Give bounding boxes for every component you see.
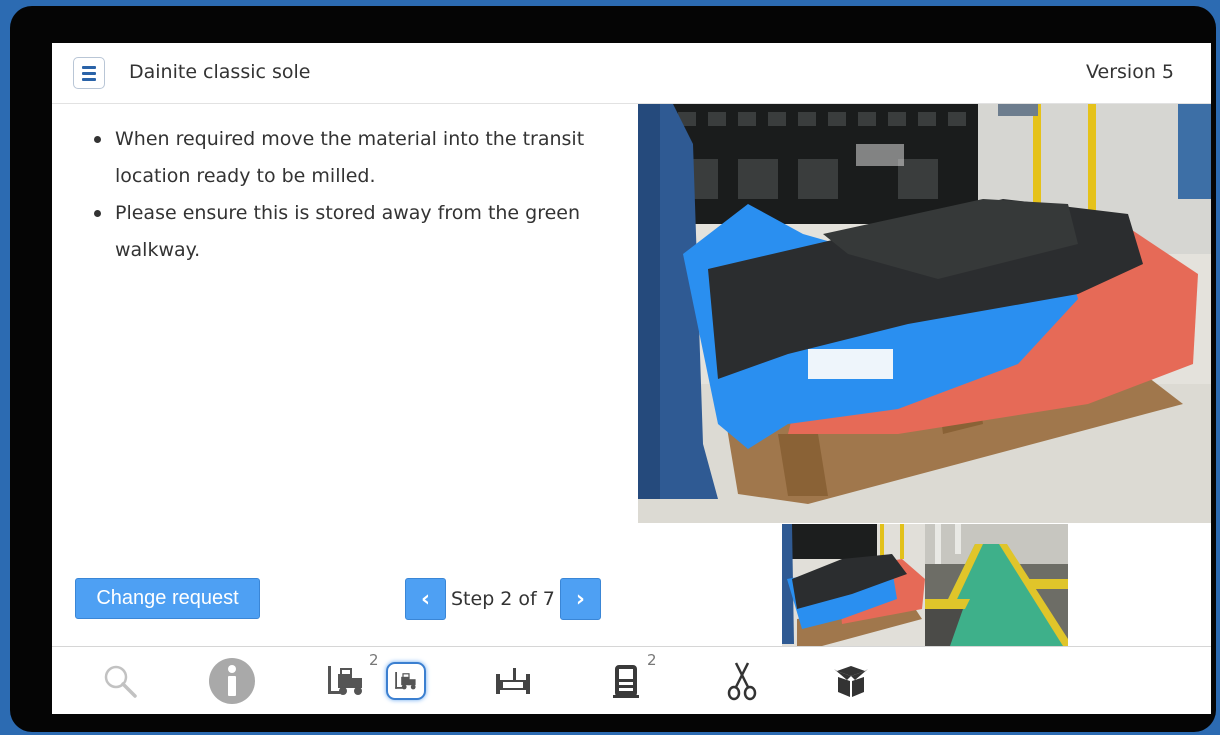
forklift-tool-active[interactable] <box>385 657 427 705</box>
forklift-tool[interactable]: 2 <box>322 651 379 705</box>
box-icon <box>834 666 868 697</box>
main-step-photo[interactable] <box>638 104 1211 523</box>
forklift-count-badge: 2 <box>369 651 379 669</box>
scissors-tool[interactable] <box>718 657 766 705</box>
box-tool[interactable] <box>827 657 875 705</box>
dispenser-machine-icon <box>613 665 639 698</box>
info-icon <box>209 658 255 704</box>
hamburger-menu-icon <box>82 65 96 69</box>
step-navigation: ‹ Step 2 of 7 › <box>405 578 601 620</box>
info-tool[interactable] <box>208 657 256 705</box>
dispenser-count-badge: 2 <box>647 651 657 669</box>
dispenser-tool[interactable]: 2 <box>602 651 657 705</box>
forklift-icon <box>395 672 416 690</box>
instruction-item: Please ensure this is stored away from t… <box>92 195 612 269</box>
instruction-item: When required move the material into the… <box>92 121 612 195</box>
menu-button[interactable] <box>73 57 105 89</box>
search-tool[interactable] <box>96 657 144 705</box>
page-title: Dainite classic sole <box>129 61 311 83</box>
chevron-right-icon: › <box>575 586 585 612</box>
change-request-button[interactable]: Change request <box>75 578 260 619</box>
header-bar: Dainite classic sole Version 5 <box>52 43 1211 104</box>
scissors-icon <box>727 662 757 701</box>
instruction-list: When required move the material into the… <box>92 121 612 269</box>
bottom-toolbar: 2 2 <box>52 646 1211 714</box>
milling-tool[interactable] <box>489 657 537 705</box>
next-step-button[interactable]: › <box>559 578 601 620</box>
forklift-icon <box>328 666 362 695</box>
chevron-left-icon: ‹ <box>420 586 431 612</box>
search-icon <box>104 665 137 698</box>
previous-step-button[interactable]: ‹ <box>405 578 446 620</box>
version-label: Version 5 <box>1086 61 1174 83</box>
milling-machine-icon <box>496 668 530 694</box>
thumbnail-green-walkway[interactable] <box>925 524 1068 646</box>
app-screen: Dainite classic sole Version 5 When requ… <box>52 43 1211 714</box>
step-counter: Step 2 of 7 <box>451 588 555 610</box>
device-frame: Dainite classic sole Version 5 When requ… <box>10 6 1216 732</box>
thumbnail-pallet[interactable] <box>782 524 925 646</box>
